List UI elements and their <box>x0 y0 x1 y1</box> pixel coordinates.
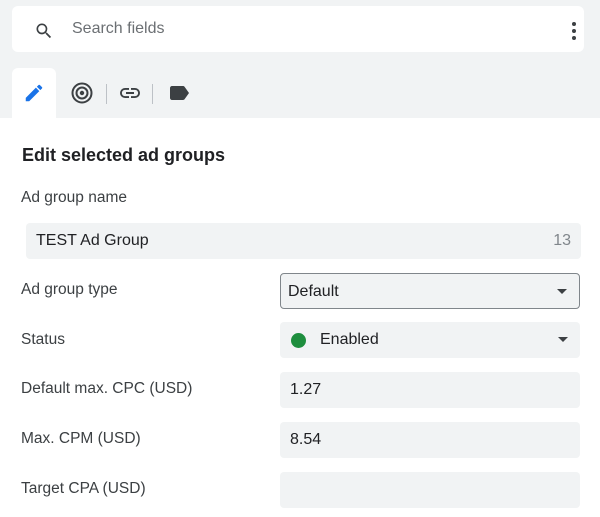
ad-group-name-field[interactable]: TEST Ad Group 13 <box>26 223 581 259</box>
tab-divider <box>106 84 107 104</box>
tab-bar <box>0 68 600 118</box>
search-icon[interactable] <box>34 21 54 41</box>
status-select[interactable]: Enabled <box>280 322 580 358</box>
tab-divider <box>152 84 153 104</box>
default-max-cpc-label: Default max. CPC (USD) <box>21 380 193 397</box>
label-icon <box>170 86 189 100</box>
tab-targeting[interactable] <box>62 68 102 118</box>
ad-group-name-value: TEST Ad Group <box>36 232 149 249</box>
ad-group-type-label: Ad group type <box>21 281 118 298</box>
edit-pencil-icon <box>25 84 43 102</box>
max-cpm-field[interactable]: 8.54 <box>280 422 580 458</box>
tab-labels[interactable] <box>158 68 200 118</box>
target-cpa-field[interactable] <box>280 472 580 508</box>
ad-group-type-value: Default <box>288 283 339 300</box>
tab-links[interactable] <box>112 68 148 118</box>
ad-group-type-select[interactable]: Default <box>280 273 580 309</box>
tab-edit[interactable] <box>12 68 56 118</box>
ad-group-name-label: Ad group name <box>21 189 127 206</box>
status-enabled-dot-icon <box>291 333 306 348</box>
edit-panel: Edit selected ad groups Ad group name TE… <box>0 118 600 517</box>
default-max-cpc-field[interactable]: 1.27 <box>280 372 580 408</box>
search-bar <box>12 6 584 52</box>
max-cpm-value: 8.54 <box>290 431 322 448</box>
more-vert-icon[interactable] <box>562 19 586 43</box>
target-icon <box>71 82 93 104</box>
search-input[interactable] <box>72 16 532 42</box>
status-label: Status <box>21 331 65 348</box>
character-count: 13 <box>553 232 571 249</box>
dropdown-arrow-icon <box>558 337 568 342</box>
section-title: Edit selected ad groups <box>22 145 226 165</box>
dropdown-arrow-icon <box>557 289 567 294</box>
max-cpm-label: Max. CPM (USD) <box>21 430 141 447</box>
default-max-cpc-value: 1.27 <box>290 381 322 398</box>
status-value: Enabled <box>320 331 379 348</box>
target-cpa-label: Target CPA (USD) <box>21 480 146 497</box>
link-icon <box>120 88 140 98</box>
